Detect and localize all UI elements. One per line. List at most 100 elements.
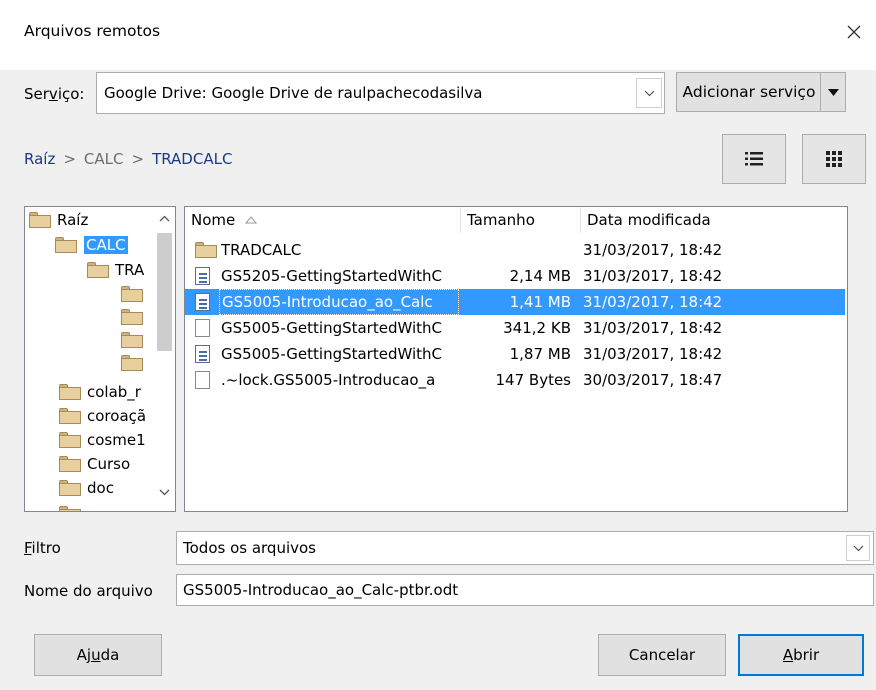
tree-item-colab[interactable]: colab_r xyxy=(59,381,141,403)
file-size: 2,14 MB xyxy=(509,267,571,285)
add-service-label: Adicionar serviço xyxy=(682,83,816,101)
column-header-size[interactable]: Tamanho xyxy=(461,207,581,233)
tree-item-partial[interactable] xyxy=(59,503,81,511)
window-title: Arquivos remotos xyxy=(24,22,161,40)
file-date: 31/03/2017, 18:42 xyxy=(583,319,723,337)
document-icon xyxy=(195,293,210,311)
cancel-button[interactable]: Cancelar xyxy=(598,634,726,676)
remote-files-dialog: Arquivos remotos Serviço: Google Drive: … xyxy=(0,0,876,690)
breadcrumb: Raíz > CALC > TRADCALC xyxy=(24,148,232,170)
filename-input[interactable]: GS5005-Introducao_ao_Calc-ptbr.odt xyxy=(176,574,874,606)
tree-item-curso[interactable]: Curso xyxy=(59,453,130,475)
filter-select[interactable]: Todos os arquivos xyxy=(176,531,874,565)
folder-icon xyxy=(121,309,143,325)
file-date: 31/03/2017, 18:42 xyxy=(583,345,723,363)
tree-item-cosme[interactable]: cosme1 xyxy=(59,429,146,451)
tree-item-coroacao[interactable]: coroaçã xyxy=(59,405,146,427)
sort-ascending-icon xyxy=(245,216,258,224)
tree-item-label: colab_r xyxy=(87,383,141,401)
file-size: 1,87 MB xyxy=(509,345,571,363)
folder-icon xyxy=(55,237,77,253)
service-dropdown-button[interactable] xyxy=(636,78,662,108)
folder-icon xyxy=(87,262,109,278)
chevron-down-icon xyxy=(644,90,654,96)
service-select-value: Google Drive: Google Drive de raulpachec… xyxy=(104,84,483,102)
column-header-label: Data modificada xyxy=(587,211,711,229)
tree-scrollbar-thumb[interactable] xyxy=(157,233,172,351)
file-name: TRADCALC xyxy=(221,241,302,259)
file-date: 30/03/2017, 18:47 xyxy=(583,371,723,389)
folder-tree[interactable]: Raíz CALC TRA colab_r coroaçã cosme1 Cur… xyxy=(24,206,176,512)
folder-icon xyxy=(29,212,51,228)
service-label: Serviço: xyxy=(24,85,85,103)
filter-select-value: Todos os arquivos xyxy=(183,539,316,557)
breadcrumb-calc[interactable]: CALC xyxy=(84,150,124,168)
tree-item-subfolder[interactable] xyxy=(121,329,143,351)
file-size: 341,2 KB xyxy=(503,319,571,337)
breadcrumb-tradcalc[interactable]: TRADCALC xyxy=(152,150,232,168)
file-list[interactable]: Nome Tamanho Data modificada TRADCALC 31… xyxy=(184,206,848,512)
title-bar: Arquivos remotos xyxy=(0,0,876,70)
column-header-label: Nome xyxy=(191,211,236,229)
scroll-down-icon[interactable] xyxy=(159,489,170,496)
column-header-label: Tamanho xyxy=(467,211,535,229)
folder-icon xyxy=(121,332,143,348)
file-row[interactable]: GS5005-GettingStartedWithC 1,87 MB 31/03… xyxy=(185,341,845,367)
file-date: 31/03/2017, 18:42 xyxy=(583,293,723,311)
file-name: GS5005-Introducao_ao_Calc xyxy=(222,293,433,311)
filename-input-value: GS5005-Introducao_ao_Calc-ptbr.odt xyxy=(183,581,459,599)
folder-icon xyxy=(59,480,81,496)
folder-icon xyxy=(121,355,143,371)
open-button[interactable]: Abrir xyxy=(738,634,864,676)
tree-item-subfolder[interactable] xyxy=(121,352,143,374)
breadcrumb-root[interactable]: Raíz xyxy=(24,150,55,168)
icon-view-icon xyxy=(826,151,842,167)
cancel-button-label: Cancelar xyxy=(628,646,696,664)
icon-view-button[interactable] xyxy=(802,134,866,184)
help-button-label: Ajuda xyxy=(76,646,120,664)
folder-icon xyxy=(59,384,81,400)
file-icon xyxy=(195,319,210,337)
tree-item-label: CALC xyxy=(84,236,128,254)
file-row-selected[interactable]: GS5005-Introducao_ao_Calc 1,41 MB 31/03/… xyxy=(185,289,845,315)
file-row[interactable]: .~lock.GS5005-Introducao_a 147 Bytes 30/… xyxy=(185,367,845,393)
scroll-up-icon[interactable] xyxy=(159,215,170,222)
file-row[interactable]: TRADCALC 31/03/2017, 18:42 xyxy=(185,237,845,263)
column-header-name[interactable]: Nome xyxy=(185,207,461,233)
file-icon xyxy=(195,371,210,389)
column-header-date[interactable]: Data modificada xyxy=(581,207,847,233)
tree-item-raiz[interactable]: Raíz xyxy=(29,209,88,231)
file-name: GS5005-GettingStartedWithC xyxy=(221,345,443,363)
breadcrumb-separator: > xyxy=(131,150,145,168)
add-service-button[interactable]: Adicionar serviço xyxy=(676,72,822,112)
tree-item-subfolder[interactable] xyxy=(121,306,143,328)
tree-item-tra[interactable]: TRA xyxy=(87,259,144,281)
file-name: GS5205-GettingStartedWithC xyxy=(221,267,443,285)
file-row[interactable]: GS5205-GettingStartedWithC 2,14 MB 31/03… xyxy=(185,263,845,289)
list-view-button[interactable] xyxy=(722,134,786,184)
tree-scrollbar[interactable] xyxy=(154,207,175,511)
service-select[interactable]: Google Drive: Google Drive de raulpachec… xyxy=(96,72,665,114)
file-row[interactable]: GS5005-GettingStartedWithC 341,2 KB 31/0… xyxy=(185,315,845,341)
help-button[interactable]: Ajuda xyxy=(34,634,162,676)
document-icon xyxy=(195,345,210,363)
file-name: GS5005-GettingStartedWithC xyxy=(221,319,443,337)
tree-item-doc[interactable]: doc xyxy=(59,477,114,499)
file-date: 31/03/2017, 18:42 xyxy=(583,267,723,285)
caret-down-icon xyxy=(827,88,839,96)
filename-label: Nome do arquivo xyxy=(24,582,153,600)
filter-dropdown-button[interactable] xyxy=(846,535,870,561)
folder-icon xyxy=(59,408,81,424)
tree-item-label: cosme1 xyxy=(87,431,146,449)
folder-icon xyxy=(59,432,81,448)
close-button[interactable] xyxy=(836,14,872,50)
folder-icon xyxy=(121,286,143,302)
open-button-label: Abrir xyxy=(782,646,820,664)
tree-item-label: doc xyxy=(87,479,114,497)
tree-item-calc[interactable]: CALC xyxy=(55,234,128,256)
close-icon xyxy=(847,25,861,39)
breadcrumb-separator: > xyxy=(63,150,76,168)
tree-item-subfolder[interactable] xyxy=(121,283,143,305)
add-service-menu-button[interactable] xyxy=(820,72,846,112)
chevron-down-icon xyxy=(853,545,863,551)
